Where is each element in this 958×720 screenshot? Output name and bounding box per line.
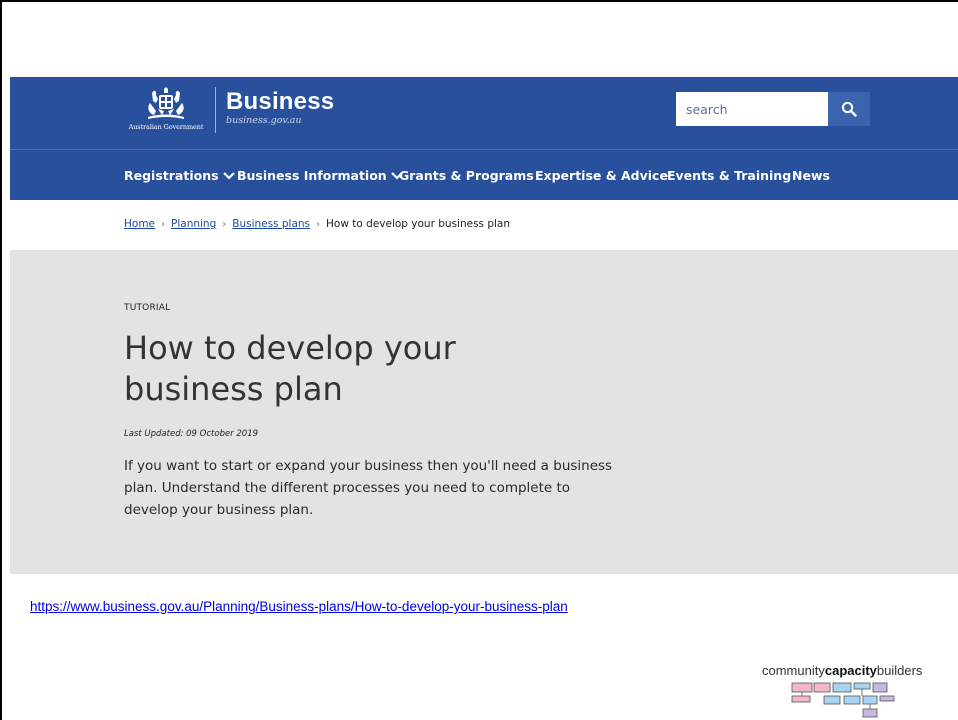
intro-paragraph: If you want to start or expand your busi… (124, 458, 613, 518)
logo-text-bold: capacity (824, 663, 877, 678)
government-crest[interactable]: Australian Government (126, 87, 206, 137)
brand-title[interactable]: Business (226, 88, 334, 116)
main-nav: Registrations Business Information Grant… (10, 149, 958, 200)
source-url-link[interactable]: https://www.business.gov.au/Planning/Bus… (30, 599, 568, 614)
logo-wordmark: communitycapacitybuilders (762, 663, 932, 678)
breadcrumb-link-home[interactable]: Home (124, 218, 155, 230)
nav-item-label: Grants & Programs (399, 168, 534, 183)
breadcrumb-separator: › (316, 218, 321, 230)
search-button[interactable] (828, 92, 870, 126)
coat-of-arms-icon (148, 87, 184, 119)
hero-banner: TUTORIAL How to develop your business pl… (10, 250, 958, 574)
community-capacity-builders-logo: communitycapacitybuilders (762, 663, 932, 719)
nav-item-news[interactable]: News (792, 168, 830, 183)
breadcrumb-link-planning[interactable]: Planning (171, 218, 216, 230)
nav-item-business-information[interactable]: Business Information (237, 168, 403, 183)
breadcrumb-current: How to develop your business plan (326, 218, 511, 230)
nav-item-grants-programs[interactable]: Grants & Programs (399, 168, 534, 183)
breadcrumb-separator: › (222, 218, 227, 230)
last-updated: Last Updated: 09 October 2019 (124, 429, 259, 439)
nav-item-events-training[interactable]: Events & Training (667, 168, 791, 183)
breadcrumb: Home › Planning › Business plans › How t… (124, 218, 510, 230)
nav-item-label: Expertise & Advice (535, 168, 668, 183)
network-blocks-icon (791, 682, 895, 718)
nav-item-label: Events & Training (667, 168, 792, 183)
nav-item-label: Business Information (237, 168, 387, 183)
nav-item-label: News (792, 168, 830, 183)
crest-caption: Australian Government (128, 123, 204, 131)
site-header: Australian Government Business business.… (10, 77, 958, 149)
search-input[interactable] (676, 92, 828, 126)
search-icon (841, 101, 857, 117)
logo-text-prefix: community (762, 663, 825, 678)
content-type-label: TUTORIAL (124, 303, 171, 313)
header-divider (215, 87, 216, 133)
logo-text-suffix: builders (876, 663, 923, 678)
nav-item-expertise-advice[interactable]: Expertise & Advice (535, 168, 668, 183)
page-title: How to develop your business plan (124, 329, 456, 408)
nav-item-label: Registrations (124, 168, 219, 183)
brand-url: business.gov.au (226, 115, 302, 126)
breadcrumb-link-business-plans[interactable]: Business plans (232, 218, 310, 230)
breadcrumb-separator: › (161, 218, 166, 230)
nav-item-registrations[interactable]: Registrations (124, 168, 235, 183)
chevron-down-icon (222, 171, 235, 180)
